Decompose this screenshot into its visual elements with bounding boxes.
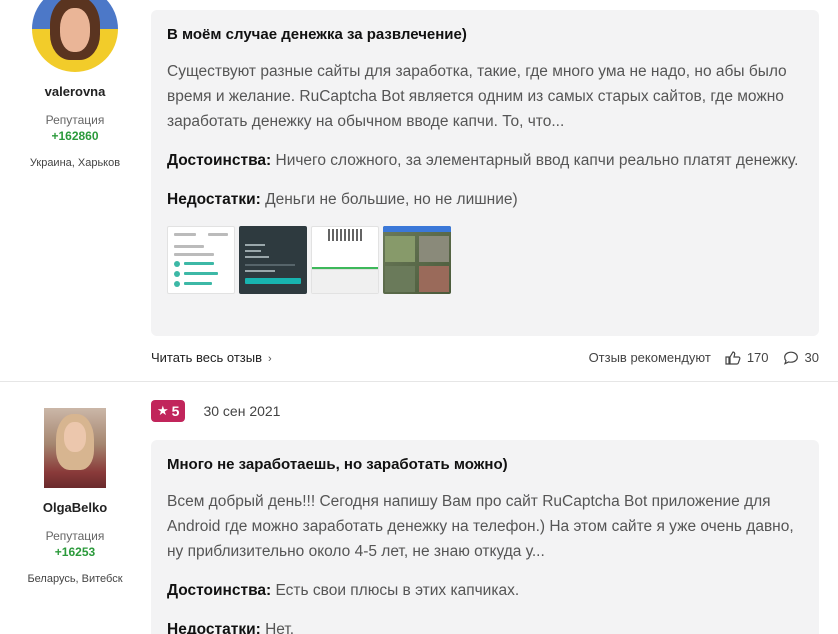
review-pros: Достоинства: Ничего сложного, за элемент…: [167, 148, 803, 173]
review-excerpt: Существуют разные сайты для заработка, т…: [167, 63, 787, 130]
photo-thumbnail[interactable]: [239, 226, 307, 294]
read-more-label: Читать весь отзыв: [151, 350, 263, 365]
cons-label: Недостатки:: [167, 621, 261, 634]
review-body: В моём случае денежка за развлечение) Су…: [151, 10, 819, 336]
recommend-label: Отзыв рекомендуют: [588, 350, 711, 365]
review-author: valerovna Репутация +162860 Украина, Хар…: [0, 0, 150, 169]
author-name[interactable]: OlgaBelko: [0, 500, 150, 515]
comment-icon[interactable]: [783, 351, 799, 365]
rating-badge: ★ 5: [151, 400, 186, 422]
review-header: ★ 5 30 сен 2021: [151, 400, 280, 422]
review-footer: Читать весь отзыв › Отзыв рекомендуют 170…: [151, 348, 819, 368]
photo-thumbnail[interactable]: [383, 226, 451, 294]
review-date: 30 сен 2021: [203, 403, 281, 419]
author-location: Украина, Харьков: [29, 157, 121, 169]
pros-label: Достоинства:: [167, 582, 272, 599]
comments-count: 30: [804, 350, 819, 365]
review-photos: [167, 226, 803, 294]
photo-thumbnail[interactable]: [167, 226, 235, 294]
review-author: OlgaBelko Репутация +16253 Беларусь, Вит…: [0, 408, 150, 585]
review-meta: Отзыв рекомендуют 170 30: [589, 350, 819, 365]
reputation-label: Репутация: [45, 529, 105, 543]
review-title[interactable]: В моём случае денежка за развлечение): [167, 26, 803, 43]
cons-text: Нет.: [265, 621, 295, 634]
review-excerpt: Всем добрый день!!! Сегодня напишу Вам п…: [167, 493, 794, 560]
thumbs-up-icon[interactable]: [725, 350, 741, 365]
pros-label: Достоинства:: [167, 152, 272, 169]
pros-text: Ничего сложного, за элементарный ввод ка…: [275, 152, 799, 169]
cons-label: Недостатки:: [167, 191, 261, 208]
avatar[interactable]: [32, 0, 118, 72]
rating-value: 5: [171, 403, 180, 419]
review-pros: Достоинства: Есть свои плюсы в этих капч…: [167, 578, 803, 603]
cons-text: Деньги не большие, но не лишние): [265, 191, 518, 208]
review-body: Много не заработаешь, но заработать можн…: [151, 440, 819, 634]
author-location: Беларусь, Витебск: [27, 573, 123, 585]
star-icon: ★: [157, 403, 169, 418]
review-cons: Недостатки: Деньги не большие, но не лиш…: [167, 187, 803, 212]
read-full-review-link[interactable]: Читать весь отзыв ›: [151, 350, 272, 365]
author-name[interactable]: valerovna: [0, 84, 150, 99]
review-card: valerovna Репутация +162860 Украина, Хар…: [0, 0, 838, 382]
likes-count: 170: [746, 350, 769, 365]
review-divider: [0, 381, 838, 382]
chevron-right-icon: ›: [268, 353, 272, 365]
reputation-value: +16253: [54, 545, 96, 559]
reputation-label: Репутация: [45, 113, 105, 127]
reputation-value: +162860: [51, 129, 99, 143]
review-cons: Недостатки: Нет.: [167, 617, 803, 634]
pros-text: Есть свои плюсы в этих капчиках.: [275, 582, 520, 599]
review-title[interactable]: Много не заработаешь, но заработать можн…: [167, 456, 803, 473]
avatar[interactable]: [44, 408, 106, 488]
photo-thumbnail[interactable]: [311, 226, 379, 294]
